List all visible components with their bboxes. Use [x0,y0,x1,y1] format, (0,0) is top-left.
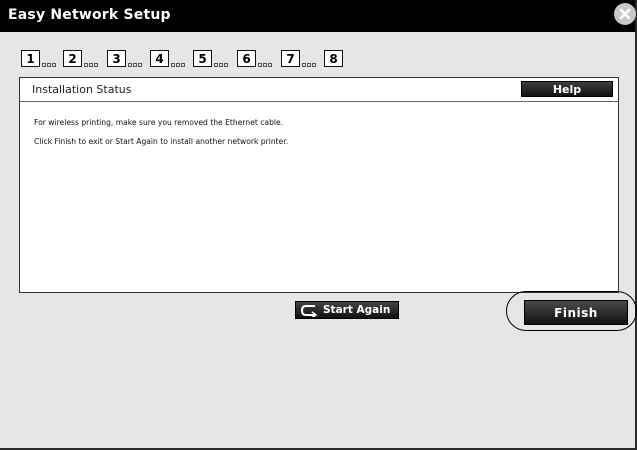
undo-arrow-icon [300,304,318,317]
step-connector-dots [258,61,276,67]
step-5: 5 [193,50,212,67]
status-message-finish: Click Finish to exit or Start Again to i… [34,137,289,146]
step-6: 6 [237,50,256,67]
step-connector-dots [42,61,60,67]
step-connector-dots [128,61,146,67]
step-connector-dots [84,61,102,67]
panel-title: Installation Status [32,83,132,96]
help-button[interactable]: Help [521,81,613,97]
step-3: 3 [107,50,126,67]
start-again-button[interactable]: Start Again [295,301,399,319]
step-connector-dots [171,61,189,67]
step-4: 4 [150,50,169,67]
setup-window: Easy Network Setup 1 2 3 4 5 6 7 8 Insta… [0,0,637,450]
step-connector-dots [302,61,320,67]
window-title: Easy Network Setup [8,7,171,23]
step-connector-dots [214,61,232,67]
title-bar: Easy Network Setup [0,0,636,32]
close-button[interactable] [614,3,636,25]
finish-button[interactable]: Finish [524,300,628,325]
panel-header: Installation Status Help [20,78,618,102]
step-2: 2 [63,50,82,67]
status-message-ethernet: For wireless printing, make sure you rem… [34,118,284,127]
step-1: 1 [21,50,40,67]
installation-status-panel: Installation Status Help For wireless pr… [19,77,619,293]
step-7: 7 [281,50,300,67]
step-8: 8 [324,50,343,67]
start-again-label: Start Again [323,304,391,316]
close-icon [619,8,631,20]
